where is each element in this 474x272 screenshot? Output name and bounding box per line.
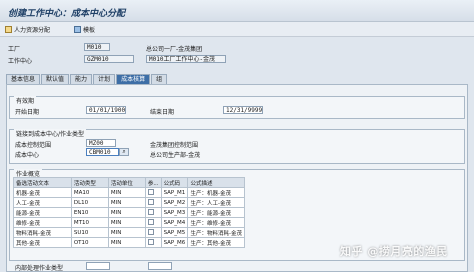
work-center-field: GZM010: [84, 55, 134, 63]
col-formula-description[interactable]: 公式描述: [187, 177, 245, 188]
table-row: 能源-金茂 EN10 MIN SAP_M3 生产：能源-金茂: [13, 207, 245, 218]
cell-activity-type[interactable]: DL10: [70, 197, 109, 208]
reference-checkbox[interactable]: [147, 198, 154, 205]
cost-center-description: 总公司生产部-金茂: [150, 152, 201, 159]
controlling-area-description: 金茂集团控制范围: [150, 142, 199, 149]
cell-reference: [144, 207, 162, 218]
cell-activity-unit[interactable]: MIN: [107, 187, 146, 198]
table-row: 机器-金茂 MA10 MIN SAP_M1 生产：机器-金茂: [13, 187, 245, 198]
end-date-label: 结束日期: [150, 109, 175, 116]
cell-alt-text[interactable]: 物料消耗-金茂: [13, 227, 72, 238]
cell-alt-text[interactable]: 人工-金茂: [13, 197, 72, 208]
table-row: 人工-金茂 DL10 MIN SAP_M2 生产：人工-金茂: [13, 197, 245, 208]
tab-default-values[interactable]: 默认值: [41, 74, 70, 84]
search-help-button[interactable]: ⌕: [119, 148, 129, 156]
tab-capacities[interactable]: 能力: [70, 74, 93, 84]
reference-checkbox[interactable]: [147, 218, 154, 225]
cell-formula-description: 生产：物料消耗-金茂: [187, 227, 245, 238]
cell-activity-type[interactable]: OT10: [70, 237, 109, 248]
reference-checkbox[interactable]: [147, 208, 154, 215]
cell-activity-type[interactable]: MT10: [70, 217, 109, 228]
tab-strip: 基本信息 默认值 能力 计划 成本核算 组: [6, 74, 168, 84]
watermark-text: 知乎 @捞月亮的渔民: [340, 245, 448, 258]
start-date-field[interactable]: 01/01/1900: [86, 106, 126, 114]
validity-group-title: 有效期: [14, 96, 37, 105]
cell-formula-key[interactable]: SAP_M1: [160, 187, 189, 198]
cell-formula-description: 生产：维修-金茂: [187, 217, 245, 228]
cell-alt-text[interactable]: 能源-金茂: [13, 207, 72, 218]
controlling-area-label: 成本控制范围: [15, 142, 52, 149]
template-button[interactable]: 模板: [74, 24, 95, 34]
table-row: 其他-金茂 OT10 MIN SAP_M6 生产：其他-金茂: [13, 237, 245, 248]
internal-activity-type-label: 内部处理作业类型: [15, 265, 64, 272]
cell-formula-description: 生产：能源-金茂: [187, 207, 245, 218]
cell-formula-key[interactable]: SAP_M3: [160, 207, 189, 218]
col-formula-key[interactable]: 公式码: [160, 177, 189, 188]
cell-formula-key[interactable]: SAP_M4: [160, 217, 189, 228]
cell-reference: [144, 217, 162, 228]
cell-activity-type[interactable]: SU10: [70, 227, 109, 238]
table-row: 维修-金茂 MT10 MIN SAP_M4 生产：维修-金茂: [13, 217, 245, 228]
cell-formula-description: 生产：其他-金茂: [187, 237, 245, 248]
work-center-description: M010工厂工作中心-金茂: [146, 55, 226, 63]
title-bar: 创建工作中心：成本中心分配: [0, 0, 474, 22]
cell-formula-key[interactable]: SAP_M5: [160, 227, 189, 238]
internal-activity-unit-field[interactable]: [148, 262, 172, 270]
table-row: 物料消耗-金茂 SU10 MIN SAP_M5 生产：物料消耗-金茂: [13, 227, 245, 238]
cell-alt-text[interactable]: 维修-金茂: [13, 217, 72, 228]
plant-description: 总公司一厂-金茂集团: [146, 46, 203, 53]
cost-center-link-group: 链接到成本中心/作业类型: [9, 129, 465, 164]
cell-activity-unit[interactable]: MIN: [107, 227, 146, 238]
col-activity-unit[interactable]: 活动单位: [107, 177, 146, 188]
cell-reference: [144, 237, 162, 248]
cell-formula-key[interactable]: SAP_M2: [160, 197, 189, 208]
work-center-label: 工作中心: [8, 58, 33, 65]
internal-activity-type-field[interactable]: [86, 262, 110, 270]
col-alt-text[interactable]: 备选活动文本: [13, 177, 72, 188]
reference-checkbox[interactable]: [147, 228, 154, 235]
cell-activity-unit[interactable]: MIN: [107, 197, 146, 208]
cost-center-label: 成本中心: [15, 152, 40, 159]
plant-label: 工厂: [8, 46, 21, 53]
table-header-row: 备选活动文本 活动类型 活动单位 参... 公式码 公式描述: [13, 177, 245, 188]
col-reference[interactable]: 参...: [144, 177, 162, 188]
plant-field: M010: [84, 43, 110, 51]
reference-checkbox[interactable]: [147, 188, 154, 195]
activities-table: 备选活动文本 活动类型 活动单位 参... 公式码 公式描述 机器-金茂 MA1…: [13, 177, 245, 248]
cost-center-link-title: 链接到成本中心/作业类型: [14, 129, 87, 138]
edit-icon: [5, 25, 12, 33]
template-label: 模板: [83, 26, 96, 34]
start-date-label: 开始日期: [15, 109, 40, 116]
end-date-field[interactable]: 12/31/9999: [223, 106, 263, 114]
template-icon: [74, 25, 81, 33]
cell-activity-type[interactable]: MA10: [70, 187, 109, 198]
cell-activity-unit[interactable]: MIN: [107, 207, 146, 218]
cell-activity-type[interactable]: EN10: [70, 207, 109, 218]
cost-center-field[interactable]: CBM010: [86, 148, 119, 156]
cell-alt-text[interactable]: 其他-金茂: [13, 237, 72, 248]
cell-formula-description: 生产：机器-金茂: [187, 187, 245, 198]
controlling-area-field[interactable]: MZ00: [86, 139, 116, 147]
cell-formula-key[interactable]: SAP_M6: [160, 237, 189, 248]
capacity-assignment-button[interactable]: 人力资源分配: [5, 24, 50, 34]
tab-scheduling[interactable]: 计划: [93, 74, 116, 84]
search-icon: ⌕: [122, 148, 126, 155]
reference-checkbox[interactable]: [147, 238, 154, 245]
col-activity-type[interactable]: 活动类型: [70, 177, 109, 188]
cell-activity-unit[interactable]: MIN: [107, 237, 146, 248]
capacity-assignment-label: 人力资源分配: [14, 26, 51, 34]
window-title: 创建工作中心：成本中心分配: [8, 9, 126, 19]
cell-alt-text[interactable]: 机器-金茂: [13, 187, 72, 198]
cell-reference: [144, 187, 162, 198]
cell-activity-unit[interactable]: MIN: [107, 217, 146, 228]
tab-costing[interactable]: 成本核算: [116, 74, 151, 84]
tab-group[interactable]: 组: [151, 74, 168, 84]
cell-reference: [144, 227, 162, 238]
cell-reference: [144, 197, 162, 208]
application-toolbar: 人力资源分配 模板: [0, 22, 474, 37]
tab-basic-data[interactable]: 基本信息: [6, 74, 41, 84]
cell-formula-description: 生产：人工-金茂: [187, 197, 245, 208]
